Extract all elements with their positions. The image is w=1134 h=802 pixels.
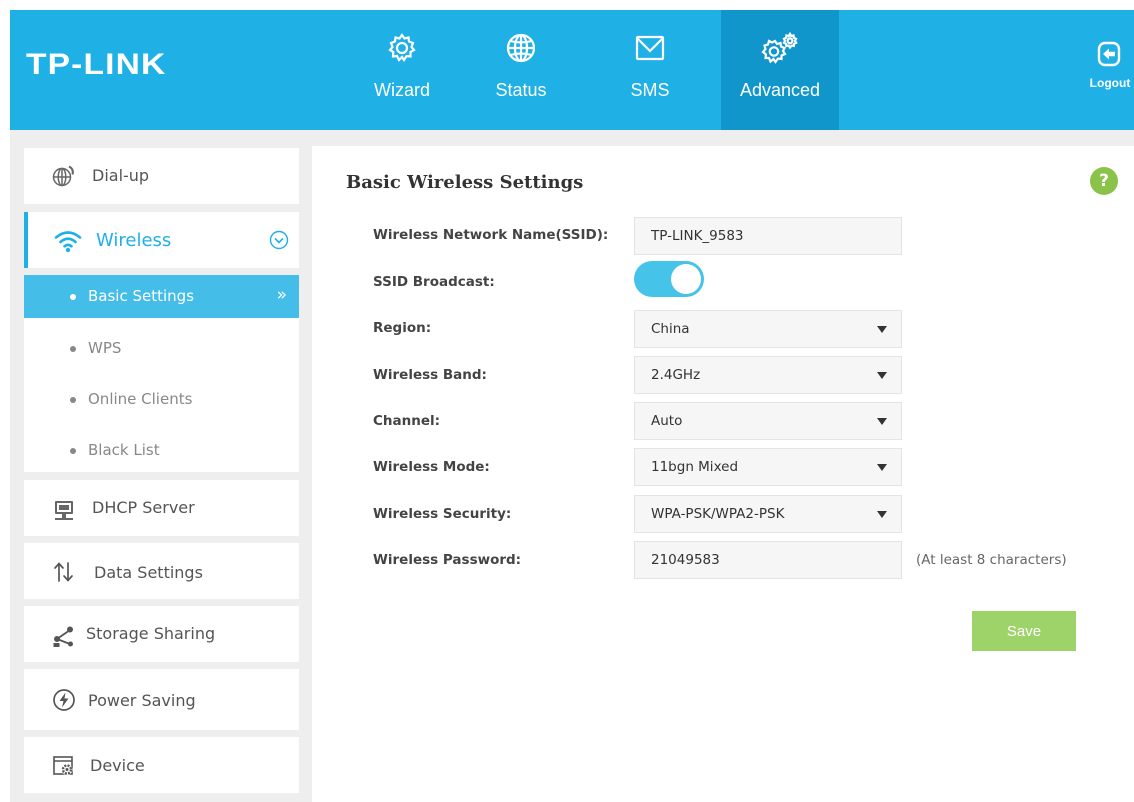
wireless-security-value: WPA-PSK/WPA2-PSK — [651, 506, 785, 522]
sidebar-item-device[interactable]: Device — [24, 737, 299, 793]
wireless-submenu: Basic Settings » WPS Online Clients Blac… — [24, 275, 299, 472]
submenu-item-black-list[interactable]: Black List — [24, 429, 299, 472]
submenu-item-label: Basic Settings — [88, 287, 195, 305]
globe-icon — [506, 33, 536, 63]
caret-down-icon — [877, 418, 887, 425]
wifi-icon — [54, 231, 82, 253]
sidebar-item-label: Storage Sharing — [86, 624, 216, 643]
nav-sms-label: SMS — [630, 80, 670, 100]
bullet-icon — [70, 448, 76, 454]
envelope-icon — [635, 35, 665, 61]
top-header: TP-LINK Wizard Status SMS Advanced Logou… — [10, 10, 1134, 130]
globe-phone-icon — [52, 165, 74, 187]
help-icon[interactable]: ? — [1090, 167, 1118, 195]
submenu-item-online-clients[interactable]: Online Clients — [24, 378, 299, 421]
main-panel: Basic Wireless Settings ? Wireless Netwo… — [312, 146, 1134, 802]
submenu-item-basic-settings[interactable]: Basic Settings » — [24, 275, 299, 318]
page-title: Basic Wireless Settings — [346, 172, 584, 193]
submenu-item-label: WPS — [88, 339, 122, 357]
nav-status-label: Status — [495, 80, 547, 100]
submenu-item-label: Online Clients — [88, 390, 193, 408]
nav-status[interactable]: Status — [462, 10, 580, 130]
wireless-password-input[interactable] — [634, 541, 902, 579]
wireless-security-select[interactable]: WPA-PSK/WPA2-PSK — [634, 495, 902, 533]
sidebar-item-data-settings[interactable]: Data Settings — [24, 543, 299, 599]
up-down-arrows-icon — [54, 562, 73, 582]
region-value: China — [651, 321, 690, 337]
wireless-mode-value: 11bgn Mixed — [651, 459, 739, 475]
logout-icon — [1097, 41, 1121, 67]
caret-down-icon — [877, 464, 887, 471]
double-chevron-right-icon: » — [276, 285, 287, 305]
dhcp-monitor-icon — [55, 501, 73, 520]
region-select[interactable]: China — [634, 310, 902, 348]
region-label: Region: — [373, 320, 432, 336]
toggle-knob — [671, 264, 701, 294]
channel-value: Auto — [651, 413, 683, 429]
wireless-band-select[interactable]: 2.4GHz — [634, 356, 902, 394]
share-icon — [53, 626, 73, 647]
logout-label: Logout — [1089, 76, 1131, 90]
device-gear-icon — [53, 756, 73, 775]
double-gear-icon — [761, 32, 798, 64]
tp-link-logo: TP-LINK — [26, 48, 167, 81]
logout-button[interactable]: Logout — [1082, 36, 1134, 96]
sidebar-item-dhcp-server[interactable]: DHCP Server — [24, 480, 299, 536]
sidebar-item-label: Data Settings — [94, 563, 203, 582]
channel-label: Channel: — [373, 413, 441, 429]
sidebar-item-power-saving[interactable]: Power Saving — [24, 669, 299, 730]
caret-down-icon — [877, 511, 887, 518]
submenu-item-wps[interactable]: WPS — [24, 327, 299, 370]
wireless-mode-select[interactable]: 11bgn Mixed — [634, 448, 902, 486]
nav-advanced-label: Advanced — [739, 80, 821, 100]
caret-down-icon — [877, 326, 887, 333]
nav-sms[interactable]: SMS — [591, 10, 709, 130]
nav-wizard-label: Wizard — [373, 80, 430, 100]
caret-down-icon — [877, 372, 887, 379]
wireless-band-label: Wireless Band: — [373, 367, 487, 383]
submenu-item-label: Black List — [88, 441, 160, 459]
wireless-band-value: 2.4GHz — [651, 367, 701, 383]
chevron-down-icon[interactable] — [269, 230, 289, 250]
sidebar-item-label: DHCP Server — [92, 498, 195, 517]
bullet-icon — [70, 294, 76, 300]
channel-select[interactable]: Auto — [634, 402, 902, 440]
ssid-label: Wireless Network Name(SSID): — [373, 227, 609, 243]
power-shield-icon — [53, 689, 75, 711]
wireless-mode-label: Wireless Mode: — [373, 459, 490, 475]
ssid-broadcast-label: SSID Broadcast: — [373, 274, 495, 290]
gear-icon — [388, 33, 416, 63]
password-hint: (At least 8 characters) — [916, 552, 1067, 568]
nav-advanced[interactable]: Advanced — [721, 10, 839, 130]
sidebar-item-label: Device — [90, 756, 145, 775]
bullet-icon — [70, 346, 76, 352]
sidebar-item-label: Wireless — [96, 230, 172, 251]
sidebar-item-dial-up[interactable]: Dial-up — [24, 148, 299, 204]
ssid-input[interactable] — [634, 217, 902, 255]
wireless-security-label: Wireless Security: — [373, 506, 512, 522]
nav-wizard[interactable]: Wizard — [343, 10, 461, 130]
sidebar-item-wireless[interactable]: Wireless — [24, 212, 299, 268]
wireless-password-label: Wireless Password: — [373, 552, 522, 568]
sidebar-item-label: Dial-up — [92, 166, 150, 185]
ssid-broadcast-toggle[interactable] — [634, 261, 704, 297]
save-button[interactable]: Save — [972, 611, 1076, 651]
sidebar-item-label: Power Saving — [88, 691, 196, 710]
sidebar-item-storage-sharing[interactable]: Storage Sharing — [24, 606, 299, 662]
bullet-icon — [70, 397, 76, 403]
